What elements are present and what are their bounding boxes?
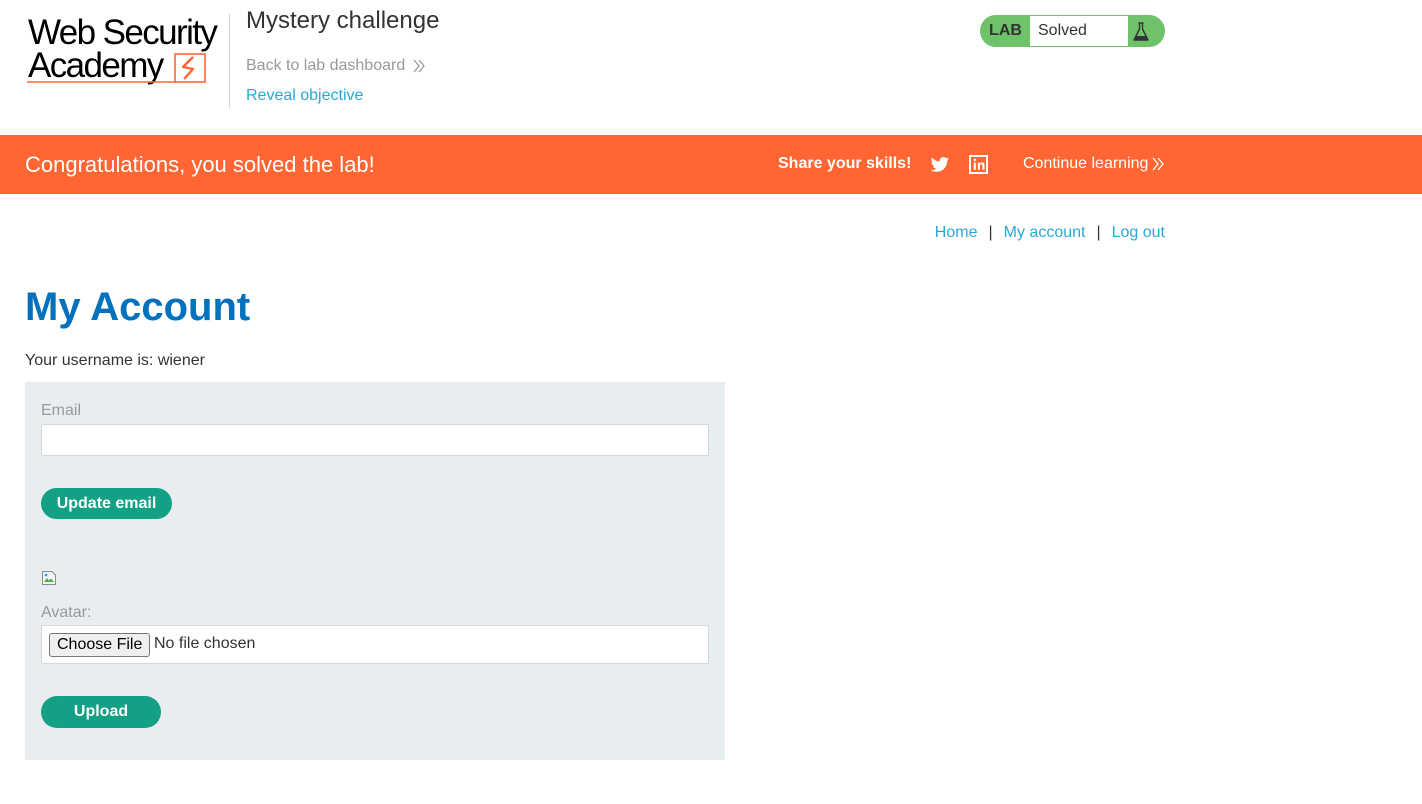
twitter-icon[interactable] bbox=[930, 155, 950, 175]
choose-file-button[interactable]: Choose File bbox=[49, 633, 151, 657]
nav-separator: | bbox=[988, 224, 993, 241]
avatar-label: Avatar: bbox=[41, 604, 92, 621]
nav-my-account-link[interactable]: My account bbox=[1004, 224, 1086, 242]
continue-learning-label: Continue learning bbox=[1023, 155, 1149, 172]
username-text: Your username is: wiener bbox=[25, 352, 205, 369]
solved-banner: Congratulations, you solved the lab! Sha… bbox=[0, 135, 1422, 194]
email-label: Email bbox=[41, 402, 82, 419]
nav-separator: | bbox=[1096, 224, 1101, 241]
lab-status-label: LAB bbox=[989, 22, 1022, 39]
web-security-academy-logo[interactable]: Web Security Academy bbox=[25, 14, 230, 108]
congratulations-message: Congratulations, you solved the lab! bbox=[25, 152, 375, 177]
back-to-dashboard-link[interactable]: Back to lab dashboard bbox=[246, 57, 426, 75]
nav-log-out-link[interactable]: Log out bbox=[1112, 224, 1165, 242]
lab-title: Mystery challenge bbox=[246, 7, 440, 34]
linkedin-icon[interactable] bbox=[969, 155, 988, 174]
double-chevron-right-icon bbox=[413, 59, 426, 73]
flask-icon bbox=[1133, 22, 1149, 41]
lab-status-value: Solved bbox=[1030, 16, 1128, 46]
page-title: My Account bbox=[25, 285, 251, 329]
avatar-file-input: Choose File No file chosen bbox=[41, 625, 709, 664]
lab-header: Web Security Academy Mystery challenge B… bbox=[0, 0, 1422, 135]
upload-button[interactable]: Upload bbox=[41, 696, 161, 728]
account-nav: Home | My account | Log out bbox=[935, 224, 1165, 242]
reveal-objective-link[interactable]: Reveal objective bbox=[246, 87, 363, 105]
share-skills-label: Share your skills! bbox=[778, 155, 912, 172]
email-field[interactable] bbox=[41, 424, 709, 456]
file-status-text: No file chosen bbox=[154, 635, 256, 652]
academy-logo-mark-icon bbox=[27, 53, 206, 83]
update-email-button[interactable]: Update email bbox=[41, 488, 172, 519]
continue-learning-link[interactable]: Continue learning bbox=[1023, 155, 1165, 173]
double-chevron-right-icon bbox=[1152, 157, 1165, 171]
back-link-label: Back to lab dashboard bbox=[246, 57, 406, 74]
nav-home-link[interactable]: Home bbox=[935, 224, 978, 242]
header-divider bbox=[229, 14, 230, 108]
account-form-panel: Email Update email Avatar: Choose File N… bbox=[25, 382, 725, 760]
logo-text-line1: Web Security bbox=[28, 13, 218, 52]
broken-avatar-image-icon bbox=[42, 571, 56, 585]
lab-status-widget: LAB Solved bbox=[980, 15, 1165, 47]
